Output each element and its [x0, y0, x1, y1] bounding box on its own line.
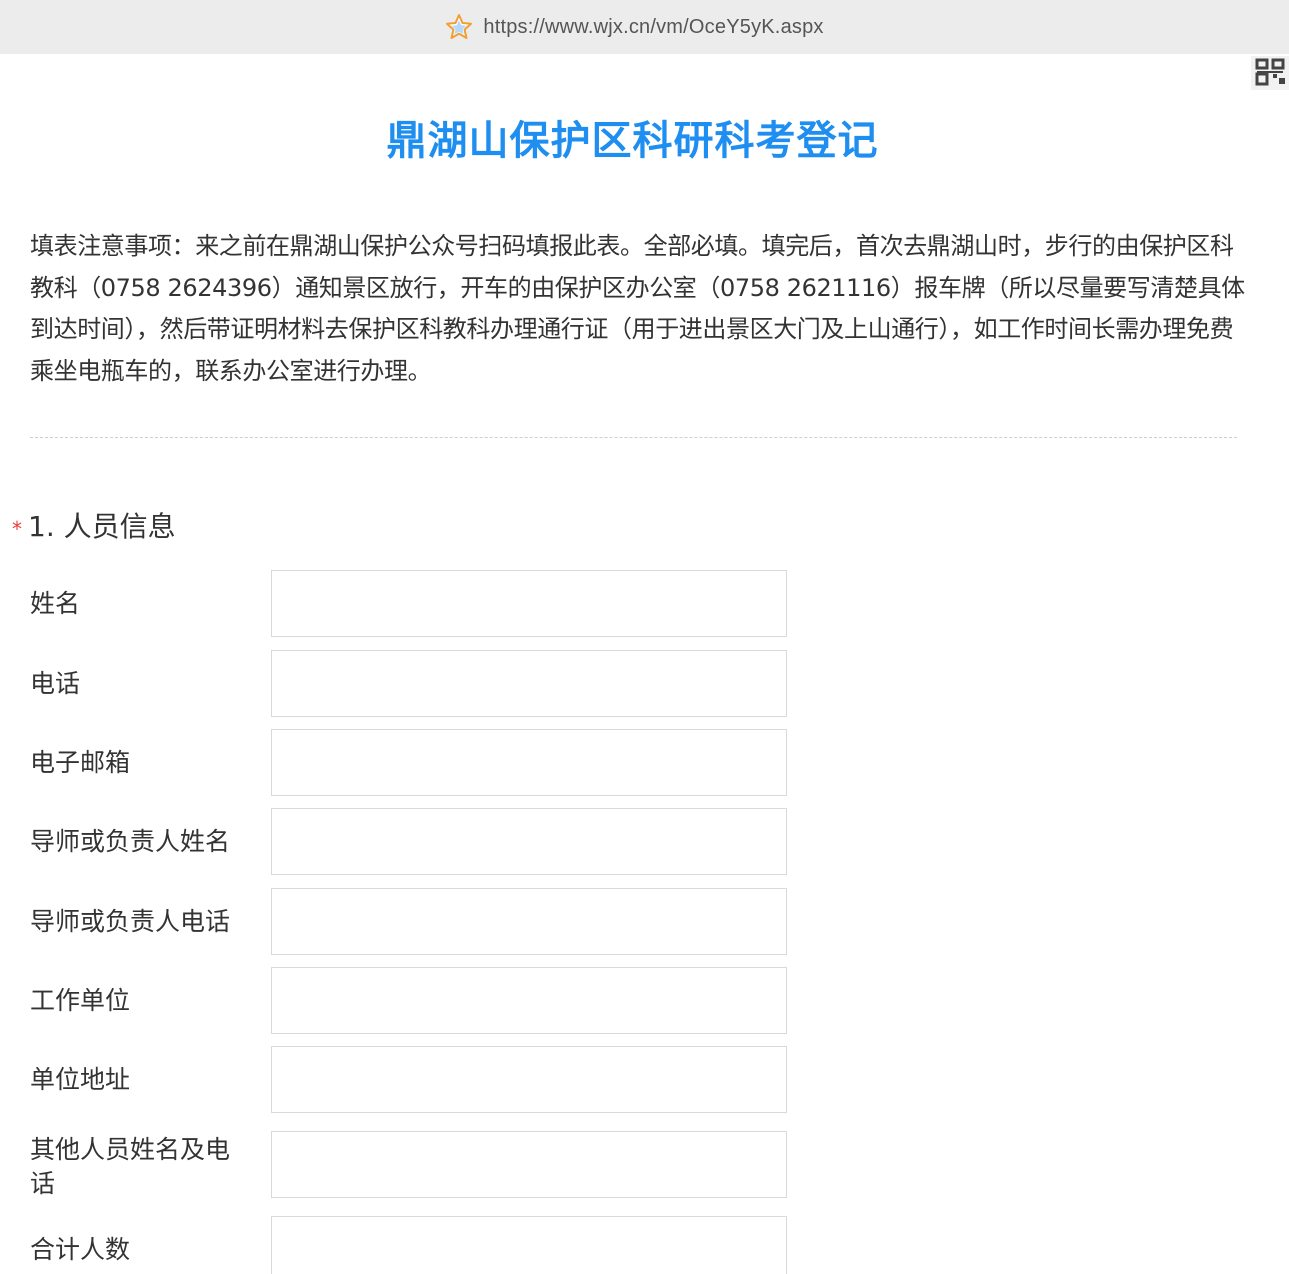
supervisor-name-input[interactable]	[271, 808, 787, 875]
survey-notice: 填表注意事项：来之前在鼎湖山保护公众号扫码填报此表。全部必填。填完后，首次去鼎湖…	[30, 232, 1245, 385]
field-label: 其他人员姓名及电话	[30, 1135, 231, 1198]
star-icon[interactable]	[445, 13, 473, 41]
field-label: 导师或负责人姓名	[30, 827, 231, 856]
survey-title: 鼎湖山保护区科研科考登记	[386, 118, 879, 164]
other-members-input[interactable]	[271, 1131, 787, 1198]
field-label: 电话	[30, 669, 81, 698]
field-label: 单位地址	[30, 1065, 131, 1094]
field-label: 导师或负责人电话	[30, 907, 231, 936]
org-address-input[interactable]	[271, 1046, 787, 1113]
field-label: 姓名	[30, 589, 81, 618]
question-text: 1. 人员信息	[28, 510, 176, 543]
required-mark: *	[12, 517, 22, 541]
field-label: 电子邮箱	[30, 748, 131, 777]
total-count-input[interactable]	[271, 1216, 787, 1274]
field-label: 合计人数	[30, 1235, 131, 1264]
url-container: https://www.wjx.cn/vm/OceY5yK.aspx	[445, 13, 823, 41]
name-input[interactable]	[271, 570, 787, 637]
email-input[interactable]	[271, 729, 787, 796]
url-text[interactable]: https://www.wjx.cn/vm/OceY5yK.aspx	[483, 16, 823, 39]
qr-code-icon[interactable]	[1251, 56, 1289, 90]
phone-input[interactable]	[271, 650, 787, 717]
field-label: 工作单位	[30, 986, 131, 1015]
organization-input[interactable]	[271, 967, 787, 1034]
divider	[30, 437, 1237, 438]
browser-address-bar[interactable]: https://www.wjx.cn/vm/OceY5yK.aspx	[0, 0, 1289, 54]
supervisor-phone-input[interactable]	[271, 888, 787, 955]
question-title: * 1. 人员信息	[12, 505, 176, 545]
